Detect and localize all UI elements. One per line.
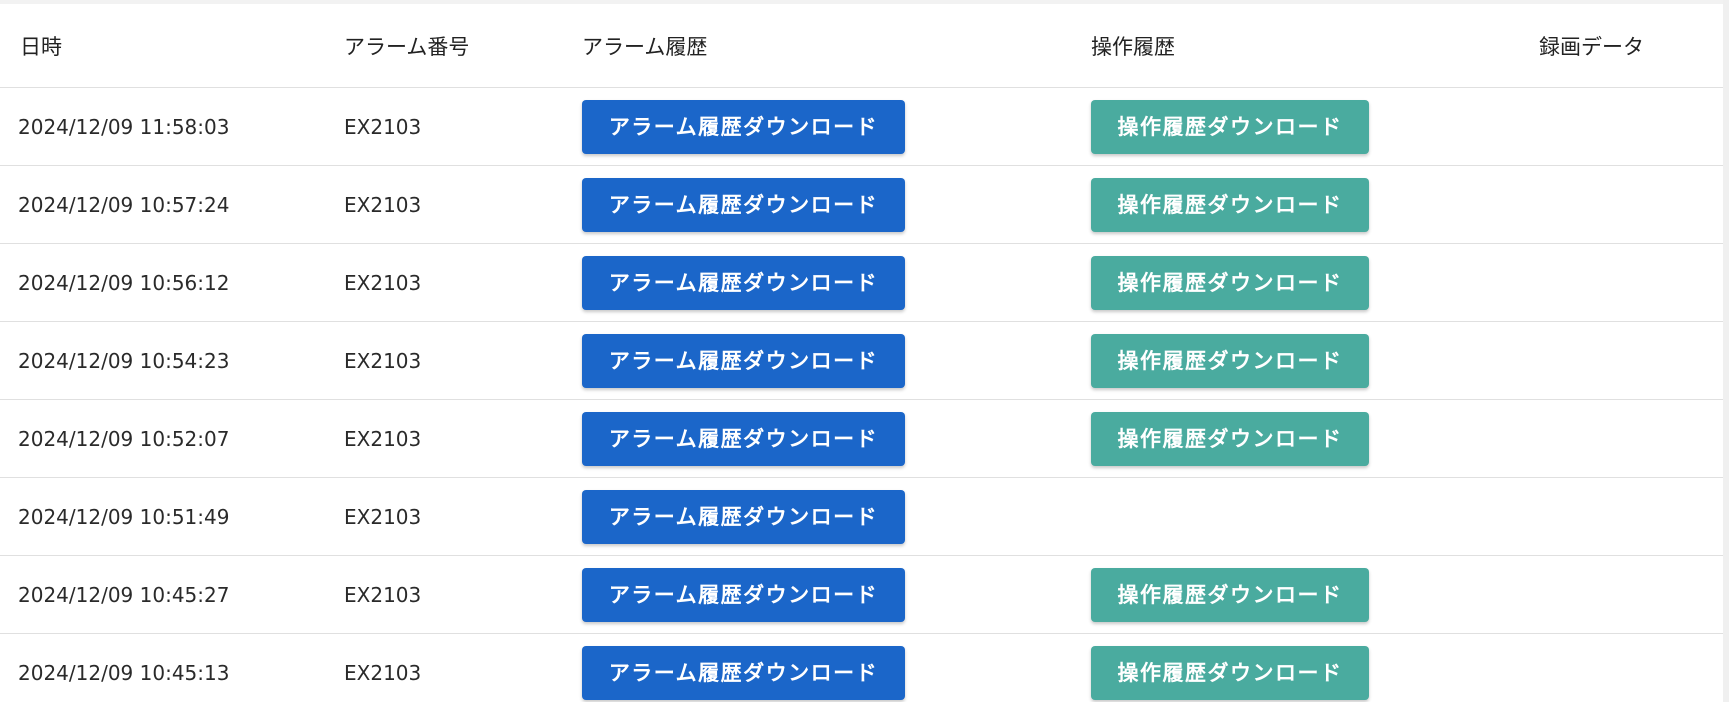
cell-alarm-history: アラーム履歴ダウンロード [582,321,1091,400]
alarm-history-table-container: 日時 アラーム番号 アラーム履歴 操作履歴 録画データ 2024/12/09 1… [0,4,1723,702]
header-recording-data: 録画データ [1539,4,1723,88]
cell-alarm-history: アラーム履歴ダウンロード [582,243,1091,322]
cell-alarm-history: アラーム履歴ダウンロード [582,633,1091,702]
alarm-number-text: EX2103 [344,192,422,217]
alarm-history-download-button[interactable]: アラーム履歴ダウンロード [582,255,905,310]
table-header: 日時 アラーム番号 アラーム履歴 操作履歴 録画データ [0,4,1723,88]
cell-recording-data [1539,477,1723,556]
operation-history-download-button[interactable]: 操作履歴ダウンロード [1091,99,1369,154]
cell-alarm-number: EX2103 [344,243,582,322]
cell-alarm-history: アラーム履歴ダウンロード [582,555,1091,634]
alarm-number-text: EX2103 [344,270,422,295]
cell-datetime: 2024/12/09 10:45:27 [0,555,344,634]
operation-history-download-button[interactable]: 操作履歴ダウンロード [1091,255,1369,310]
cell-alarm-number: EX2103 [344,633,582,702]
cell-datetime: 2024/12/09 11:58:03 [0,87,344,166]
cell-datetime: 2024/12/09 10:52:07 [0,399,344,478]
table-row: 2024/12/09 10:51:49 EX2103 アラーム履歴ダウンロード [0,477,1723,556]
alarm-number-text: EX2103 [344,426,422,451]
alarm-history-download-button[interactable]: アラーム履歴ダウンロード [582,645,905,700]
operation-history-download-button[interactable]: 操作履歴ダウンロード [1091,177,1369,232]
datetime-text: 2024/12/09 10:51:49 [18,504,230,529]
table-row: 2024/12/09 10:54:23 EX2103 アラーム履歴ダウンロード 操作履… [0,321,1723,400]
table-row: 2024/12/09 10:57:24 EX2103 アラーム履歴ダウンロード 操作履… [0,165,1723,244]
datetime-text: 2024/12/09 10:52:07 [18,426,230,451]
header-operation-history-label: 操作履歴 [1091,34,1175,59]
table-row: 2024/12/09 11:58:03 EX2103 アラーム履歴ダウンロード 操作履… [0,87,1723,166]
alarm-history-download-button[interactable]: アラーム履歴ダウンロード [582,333,905,388]
cell-datetime: 2024/12/09 10:57:24 [0,165,344,244]
cell-alarm-history: アラーム履歴ダウンロード [582,165,1091,244]
cell-operation-history: 操作履歴ダウンロード [1091,321,1539,400]
cell-operation-history: 操作履歴ダウンロード [1091,243,1539,322]
alarm-history-download-button[interactable]: アラーム履歴ダウンロード [582,99,905,154]
header-alarm-number-label: アラーム番号 [344,34,470,59]
alarm-history-download-button[interactable]: アラーム履歴ダウンロード [582,411,905,466]
operation-history-download-button[interactable]: 操作履歴ダウンロード [1091,567,1369,622]
cell-alarm-number: EX2103 [344,399,582,478]
cell-datetime: 2024/12/09 10:45:13 [0,633,344,702]
cell-operation-history: 操作履歴ダウンロード [1091,633,1539,702]
header-datetime-label: 日時 [20,34,62,59]
cell-datetime: 2024/12/09 10:54:23 [0,321,344,400]
cell-operation-history: 操作履歴ダウンロード [1091,87,1539,166]
alarm-number-text: EX2103 [344,348,422,373]
alarm-number-text: EX2103 [344,504,422,529]
alarm-number-text: EX2103 [344,114,422,139]
alarm-history-table: 日時 アラーム番号 アラーム履歴 操作履歴 録画データ 2024/12/09 1… [0,4,1723,702]
table-row: 2024/12/09 10:52:07 EX2103 アラーム履歴ダウンロード 操作履… [0,399,1723,478]
table-body: 2024/12/09 11:58:03 EX2103 アラーム履歴ダウンロード 操作履… [0,87,1723,702]
cell-operation-history [1091,477,1539,556]
header-alarm-number: アラーム番号 [344,4,582,88]
header-alarm-history-label: アラーム履歴 [582,34,708,59]
cell-recording-data [1539,165,1723,244]
cell-recording-data [1539,321,1723,400]
cell-alarm-number: EX2103 [344,321,582,400]
cell-alarm-number: EX2103 [344,477,582,556]
operation-history-download-button[interactable]: 操作履歴ダウンロード [1091,645,1369,700]
datetime-text: 2024/12/09 10:57:24 [18,192,230,217]
datetime-text: 2024/12/09 11:58:03 [18,114,230,139]
datetime-text: 2024/12/09 10:56:12 [18,270,230,295]
cell-alarm-history: アラーム履歴ダウンロード [582,87,1091,166]
page: 日時 アラーム番号 アラーム履歴 操作履歴 録画データ 2024/12/09 1… [0,0,1729,702]
cell-operation-history: 操作履歴ダウンロード [1091,399,1539,478]
cell-datetime: 2024/12/09 10:51:49 [0,477,344,556]
cell-recording-data [1539,399,1723,478]
header-datetime: 日時 [0,4,344,88]
alarm-history-download-button[interactable]: アラーム履歴ダウンロード [582,567,905,622]
cell-recording-data [1539,243,1723,322]
alarm-history-download-button[interactable]: アラーム履歴ダウンロード [582,177,905,232]
cell-operation-history: 操作履歴ダウンロード [1091,165,1539,244]
cell-operation-history: 操作履歴ダウンロード [1091,555,1539,634]
alarm-number-text: EX2103 [344,582,422,607]
cell-recording-data [1539,555,1723,634]
operation-history-download-button[interactable]: 操作履歴ダウンロード [1091,333,1369,388]
header-alarm-history: アラーム履歴 [582,4,1091,88]
table-row: 2024/12/09 10:56:12 EX2103 アラーム履歴ダウンロード 操作履… [0,243,1723,322]
header-operation-history: 操作履歴 [1091,4,1539,88]
cell-alarm-number: EX2103 [344,165,582,244]
datetime-text: 2024/12/09 10:45:27 [18,582,230,607]
cell-alarm-number: EX2103 [344,555,582,634]
table-row: 2024/12/09 10:45:13 EX2103 アラーム履歴ダウンロード 操作履… [0,633,1723,702]
alarm-number-text: EX2103 [344,660,422,685]
cell-datetime: 2024/12/09 10:56:12 [0,243,344,322]
datetime-text: 2024/12/09 10:54:23 [18,348,230,373]
operation-history-download-button[interactable]: 操作履歴ダウンロード [1091,411,1369,466]
alarm-history-download-button[interactable]: アラーム履歴ダウンロード [582,489,905,544]
cell-recording-data [1539,87,1723,166]
cell-alarm-history: アラーム履歴ダウンロード [582,477,1091,556]
vertical-scrollbar[interactable] [1723,0,1729,702]
header-row: 日時 アラーム番号 アラーム履歴 操作履歴 録画データ [0,4,1723,88]
header-recording-data-label: 録画データ [1539,34,1644,59]
cell-alarm-history: アラーム履歴ダウンロード [582,399,1091,478]
cell-recording-data [1539,633,1723,702]
table-row: 2024/12/09 10:45:27 EX2103 アラーム履歴ダウンロード 操作履… [0,555,1723,634]
datetime-text: 2024/12/09 10:45:13 [18,660,230,685]
cell-alarm-number: EX2103 [344,87,582,166]
